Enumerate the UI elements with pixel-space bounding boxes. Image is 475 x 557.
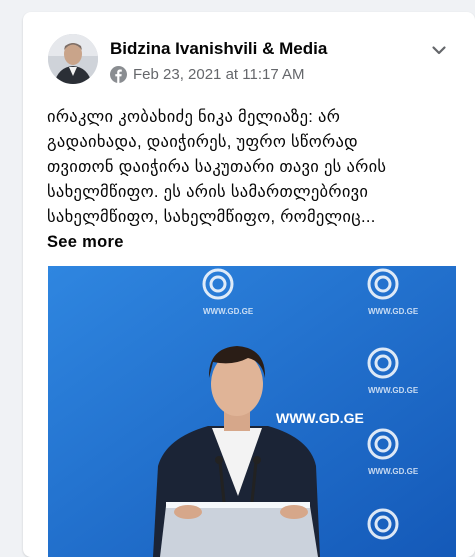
facebook-icon bbox=[110, 65, 127, 83]
author-avatar[interactable] bbox=[48, 34, 98, 84]
post-options-button[interactable] bbox=[425, 36, 453, 64]
svg-text:WWW.GD.GE: WWW.GD.GE bbox=[368, 386, 419, 395]
speaker-photo: WWW.GD.GE WWW.GD.GE WWW.GD.GE WWW.GD.GE … bbox=[48, 266, 456, 557]
post-card: Bidzina Ivanishvili & Media Feb 23, 2021… bbox=[23, 12, 475, 557]
svg-text:WWW.GD.GE: WWW.GD.GE bbox=[368, 307, 419, 316]
post-text-line: სახელმწიფო, სახელმწიფო, რომელიც... bbox=[47, 208, 376, 226]
post-text: ირაკლი კობახიძე ნიკა მელიაზე: არ გადაიხა… bbox=[47, 105, 452, 255]
avatar-image bbox=[48, 34, 98, 84]
post-photo[interactable]: WWW.GD.GE WWW.GD.GE WWW.GD.GE WWW.GD.GE … bbox=[48, 266, 456, 557]
post-text-line: თვითონ დაიჭირა საკუთარი თავი ეს არის bbox=[47, 158, 387, 176]
chevron-down-icon bbox=[432, 46, 446, 55]
post-text-line: ირაკლი კობახიძე ნიკა მელიაზე: არ bbox=[47, 108, 341, 126]
post-header: Bidzina Ivanishvili & Media Feb 23, 2021… bbox=[23, 12, 475, 92]
post-timestamp[interactable]: Feb 23, 2021 at 11:17 AM bbox=[133, 66, 305, 83]
author-name[interactable]: Bidzina Ivanishvili & Media bbox=[110, 39, 327, 59]
photo-watermark: WWW.GD.GE bbox=[276, 410, 364, 426]
see-more-link[interactable]: See more bbox=[47, 230, 452, 255]
svg-text:WWW.GD.GE: WWW.GD.GE bbox=[203, 307, 254, 316]
post-meta: Feb 23, 2021 at 11:17 AM bbox=[110, 64, 305, 84]
post-text-line: გადაიხადა, დაიჭირეს, უფრო სწორად bbox=[47, 133, 358, 151]
post-text-line: სახელმწიფო. ეს არის სამართლებრივი bbox=[47, 183, 369, 201]
svg-text:WWW.GD.GE: WWW.GD.GE bbox=[368, 467, 419, 476]
